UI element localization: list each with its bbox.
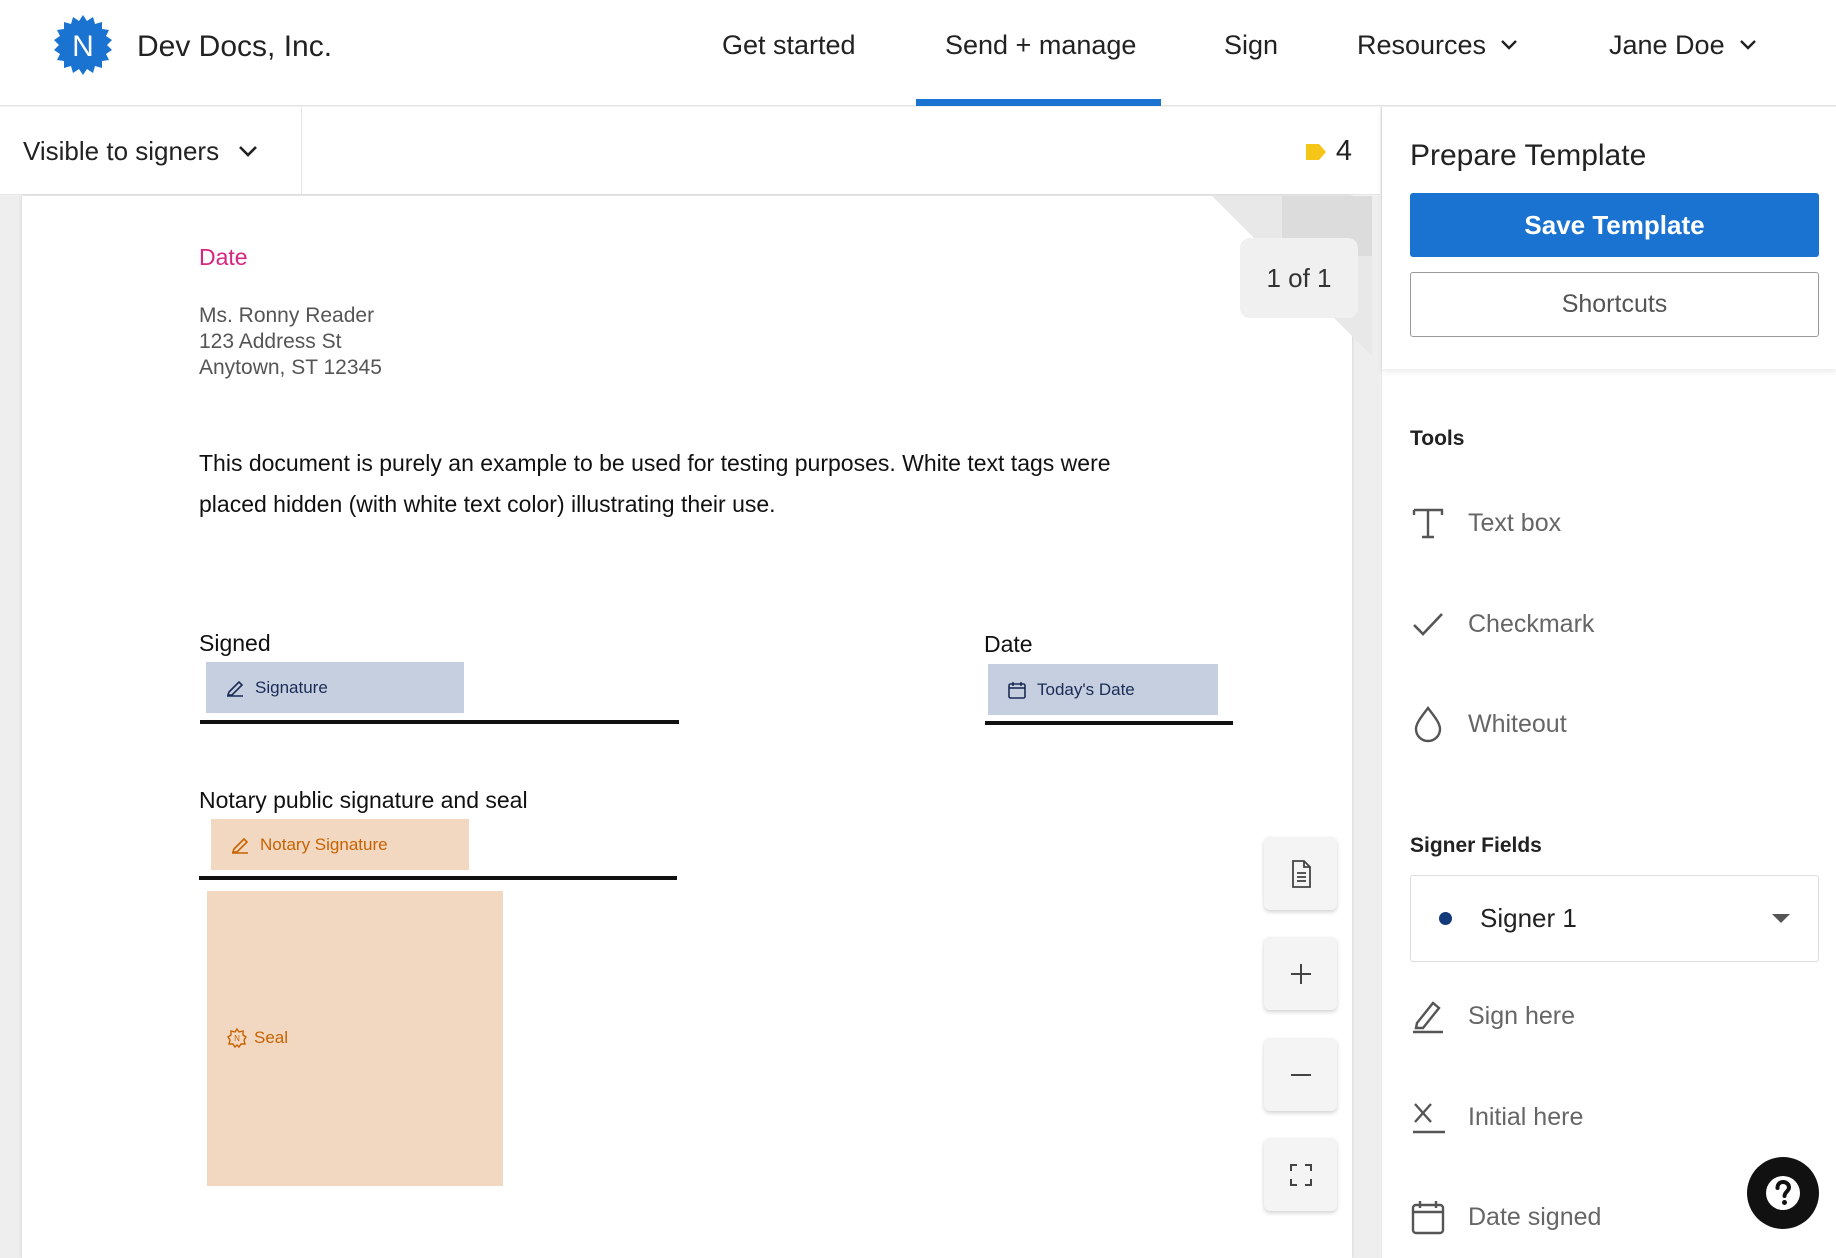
minus-icon	[1290, 1073, 1311, 1076]
seal-field-tag: N Seal	[227, 1028, 288, 1048]
nav-label: Get started	[722, 30, 856, 60]
seal-icon: N	[227, 1028, 247, 1048]
panel-title: Prepare Template	[1410, 139, 1647, 172]
tool-label: Checkmark	[1468, 609, 1595, 638]
document-icon	[1291, 859, 1311, 888]
company-name: Dev Docs, Inc.	[137, 30, 333, 63]
nav-get-started[interactable]: Get started	[722, 30, 856, 106]
address-line: 123 Address St	[199, 330, 342, 353]
nav-active-indicator	[916, 99, 1161, 106]
nav-sign[interactable]: Sign	[1224, 30, 1278, 106]
tool-label: Text box	[1468, 508, 1562, 537]
visibility-dropdown[interactable]: Visible to signers	[0, 107, 302, 195]
calendar-icon	[1008, 681, 1026, 699]
pen-icon	[1413, 1001, 1443, 1034]
nav-label: Jane Doe	[1609, 30, 1725, 60]
tool-label: Whiteout	[1468, 709, 1567, 738]
notary-signature-field-label: Notary Signature	[260, 834, 388, 854]
tools-heading: Tools	[1410, 427, 1465, 450]
visibility-label: Visible to signers	[23, 135, 220, 166]
nav-label: Send + manage	[945, 30, 1137, 60]
fullscreen-icon	[1289, 1163, 1312, 1186]
help-icon	[1766, 1176, 1800, 1210]
tool-whiteout[interactable]: Whiteout	[1408, 704, 1567, 744]
body-paragraph-line: placed hidden (with white text color) il…	[199, 491, 776, 517]
nav-resources[interactable]: Resources	[1357, 30, 1520, 106]
chevron-down-icon	[1739, 40, 1756, 50]
droplet-icon	[1414, 706, 1442, 743]
top-nav: N Dev Docs, Inc. Get started Send + mana…	[0, 0, 1836, 106]
todays-date-field[interactable]: Today's Date	[988, 664, 1218, 715]
field-initial-here[interactable]: Initial here	[1408, 1097, 1583, 1137]
field-label: Date signed	[1468, 1202, 1602, 1231]
signature-line	[200, 720, 679, 724]
date-line	[985, 721, 1233, 725]
signed-label: Signed	[199, 630, 271, 656]
company-logo[interactable]: N	[52, 14, 114, 76]
field-label: Sign here	[1468, 1001, 1576, 1030]
signer-color-dot	[1439, 912, 1452, 925]
document-page: 1 of 1 Date Ms. Ronny Reader 123 Address…	[22, 196, 1372, 1258]
tag-icon	[1305, 143, 1326, 160]
tag-count-value: 4	[1335, 135, 1352, 167]
fullscreen-button[interactable]	[1264, 1138, 1337, 1211]
seal-field[interactable]: N Seal	[207, 891, 503, 1186]
tool-checkmark[interactable]: Checkmark	[1408, 604, 1594, 644]
notary-signature-field[interactable]: Notary Signature	[211, 819, 469, 870]
notary-line	[199, 876, 677, 880]
seal-field-label: Seal	[254, 1028, 289, 1047]
date-text-tag[interactable]: Date	[199, 244, 248, 271]
signature-field-label: Signature	[255, 677, 328, 697]
zoom-out-button[interactable]	[1264, 1038, 1337, 1111]
body-paragraph-line: This document is purely an example to be…	[199, 450, 1111, 476]
signer-fields-heading: Signer Fields	[1410, 834, 1542, 857]
page-counter: 1 of 1	[1240, 238, 1358, 318]
nav-send-manage[interactable]: Send + manage	[945, 30, 1136, 106]
initial-x-icon	[1413, 1103, 1445, 1134]
help-button[interactable]	[1747, 1157, 1819, 1229]
logo-letter: N	[72, 30, 94, 63]
field-sign-here[interactable]: Sign here	[1408, 996, 1575, 1036]
zoom-in-button[interactable]	[1264, 937, 1337, 1010]
caret-down-icon	[1772, 914, 1790, 923]
nav-user-menu[interactable]: Jane Doe	[1609, 30, 1759, 106]
document-view-button[interactable]	[1264, 837, 1337, 910]
field-label: Initial here	[1468, 1102, 1584, 1131]
checkmark-icon	[1413, 613, 1443, 636]
chevron-down-icon	[1501, 40, 1517, 50]
nav-label: Resources	[1357, 30, 1487, 60]
address-line: Ms. Ronny Reader	[199, 304, 375, 327]
field-date-signed[interactable]: Date signed	[1408, 1197, 1601, 1237]
signer-dropdown[interactable]: Signer 1	[1410, 875, 1819, 962]
shortcuts-button[interactable]: Shortcuts	[1410, 272, 1819, 337]
pen-icon	[226, 680, 244, 697]
panel-header: Prepare Template Save Template Shortcuts	[1382, 107, 1836, 369]
date-label: Date	[984, 631, 1033, 657]
address-line: Anytown, ST 12345	[199, 356, 382, 379]
tag-counter[interactable]: 4	[1304, 135, 1352, 168]
save-template-button[interactable]: Save Template	[1410, 193, 1819, 257]
chevron-down-icon	[239, 146, 257, 157]
text-box-icon	[1412, 508, 1444, 539]
svg-text:N: N	[234, 1034, 240, 1043]
todays-date-field-label: Today's Date	[1037, 679, 1135, 699]
pen-icon	[231, 837, 249, 854]
signature-field[interactable]: Signature	[206, 662, 464, 713]
nav-label: Sign	[1224, 30, 1279, 60]
calendar-icon	[1411, 1201, 1445, 1235]
prepare-template-panel: Prepare Template Save Template Shortcuts…	[1381, 107, 1836, 1258]
tool-text-box[interactable]: Text box	[1408, 503, 1561, 543]
notary-label: Notary public signature and seal	[199, 787, 528, 813]
document-toolbar: Visible to signers 4	[0, 107, 1380, 195]
document-viewer: 1 of 1 Date Ms. Ronny Reader 123 Address…	[0, 196, 1380, 1258]
plus-icon	[1290, 963, 1311, 984]
signer-selected-label: Signer 1	[1480, 903, 1577, 933]
